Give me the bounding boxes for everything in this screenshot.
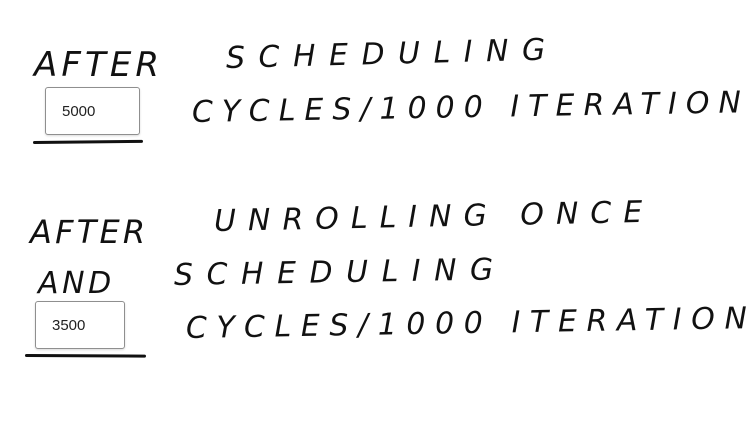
underline-1 <box>32 139 144 144</box>
scheduling-text-1: SCHEDULING <box>225 32 560 76</box>
after-label-1: AFTER <box>34 45 164 85</box>
unrolling-once-text: UNROLLING ONCE <box>213 194 655 239</box>
and-label: AND <box>38 266 115 301</box>
cycles-per-iteration-text-1: CYCLES/1000 ITERATION <box>191 85 751 130</box>
cycles-input-2[interactable] <box>35 301 125 349</box>
underline-2 <box>24 354 147 358</box>
cycles-input-1[interactable] <box>45 87 140 135</box>
scheduling-text-2: SCHEDULING <box>173 252 508 293</box>
cycles-per-iteration-text-2: CYCLES/1000 ITERATION <box>185 301 756 346</box>
whiteboard-canvas: AFTER SCHEDULING CYCLES/1000 ITERATION A… <box>0 0 756 424</box>
after-label-2: AFTER <box>30 213 149 251</box>
